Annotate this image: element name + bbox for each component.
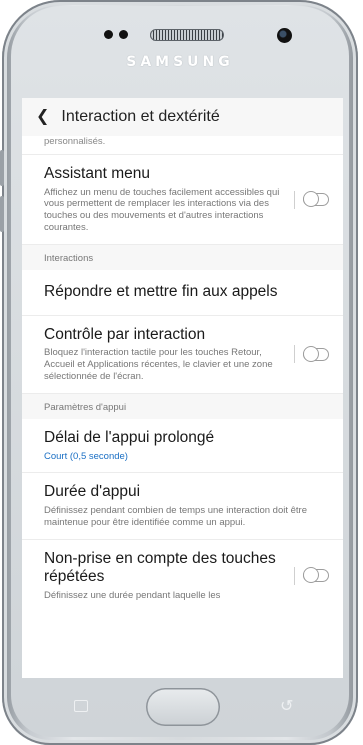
setting-ignore-repeated-touches[interactable]: Non-prise en compte des touches répétées… [22, 540, 343, 612]
app-bar: ❮ Interaction et dextérité [22, 98, 343, 136]
setting-description: Définissez une durée pendant laquelle le… [44, 589, 221, 601]
interaction-control-toggle[interactable] [302, 345, 329, 362]
setting-title: Répondre et mettre fin aux appels [44, 283, 278, 301]
setting-title: Durée d'appui [44, 483, 141, 501]
recent-apps-icon[interactable] [74, 700, 88, 712]
setting-title: Contrôle par interaction [44, 325, 206, 343]
volume-key [0, 150, 4, 186]
ignore-repeated-touches-toggle[interactable] [302, 567, 329, 584]
setting-title: Non-prise en compte des touches répétées [44, 549, 276, 586]
back-arrow-icon[interactable]: ❮ [36, 109, 49, 125]
setting-answer-end-calls[interactable]: Répondre et mettre fin aux appels [22, 270, 343, 316]
setting-description: Définissez pendant combien de temps une … [44, 504, 307, 528]
section-header-touch-settings: Paramètres d'appui [22, 393, 343, 419]
assistant-menu-toggle[interactable] [302, 191, 329, 208]
setting-tap-duration[interactable]: Durée d'appui Définissez pendant combien… [22, 473, 343, 540]
setting-assistant-menu[interactable]: Assistant menu Affichez un menu de touch… [22, 155, 343, 246]
page-title: Interaction et dextérité [61, 108, 220, 125]
divider [294, 190, 295, 209]
screen: ❮ Interaction et dextérité personnalisés… [22, 98, 343, 678]
divider [294, 566, 295, 585]
brand-logo: SAMSUNG [126, 54, 234, 70]
sensor-dots [104, 30, 128, 39]
volume-key [0, 196, 4, 232]
front-camera [277, 28, 292, 43]
setting-touch-and-hold-delay[interactable]: Délai de l'appui prolongé Court (0,5 sec… [22, 419, 343, 474]
truncated-description: personnalisés. [22, 136, 343, 155]
setting-description: Affichez un menu de touches facilement a… [44, 186, 280, 234]
section-header-interactions: Interactions [22, 245, 343, 271]
setting-title: Délai de l'appui prolongé [44, 428, 215, 446]
hardware-nav-bar: ↺ [22, 678, 343, 734]
settings-list: personnalisés. Assistant menu Affichez u… [22, 136, 343, 612]
back-key-icon[interactable]: ↺ [280, 696, 293, 716]
setting-description: Bloquez l'interaction tactile pour les t… [44, 347, 273, 383]
home-button[interactable] [146, 688, 220, 726]
earpiece-speaker [150, 29, 224, 41]
setting-interaction-control[interactable]: Contrôle par interaction Bloquez l'inter… [22, 316, 343, 394]
divider [294, 345, 295, 364]
setting-value: Court (0,5 seconde) [44, 450, 128, 462]
setting-title: Assistant menu [44, 165, 150, 182]
